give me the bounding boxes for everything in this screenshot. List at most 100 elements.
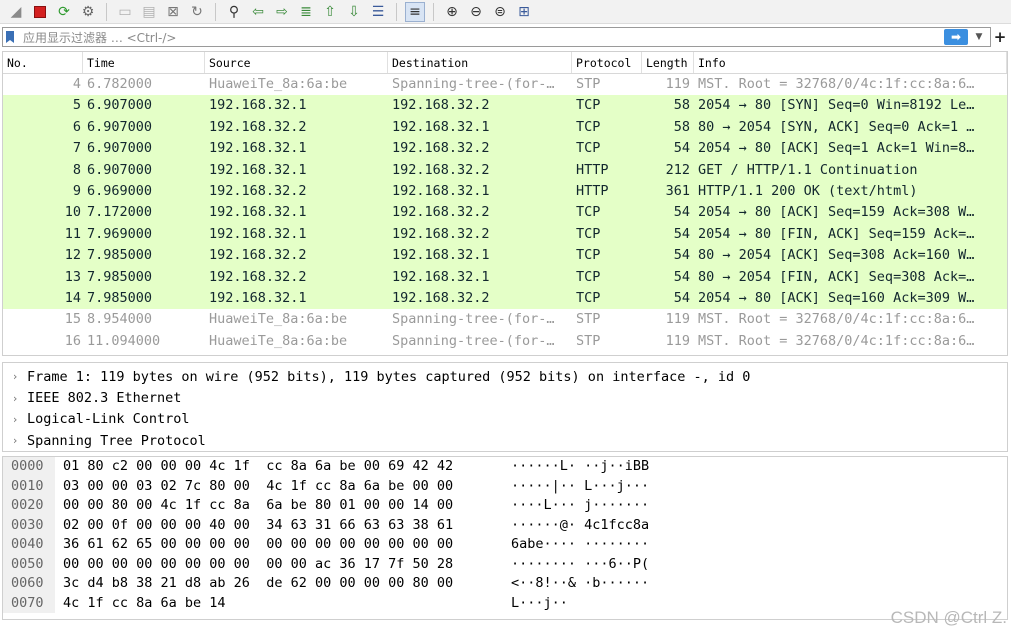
watermark: CSDN @Ctrl Z. xyxy=(890,608,1007,627)
zoom-in-icon[interactable]: ⊕ xyxy=(442,2,462,22)
cell-destination: 192.168.32.2 xyxy=(392,97,490,114)
cell-protocol: TCP xyxy=(576,204,601,221)
cell-time: 7.985000 xyxy=(87,268,153,285)
byte-row: 0020 00 00 80 00 4c 1f cc 8a 6a be 80 01 … xyxy=(3,496,1007,516)
detail-tree-item[interactable]: › Spanning Tree Protocol xyxy=(3,430,1007,451)
byte-hex: 00 00 00 00 00 00 00 00 00 00 ac 36 17 7… xyxy=(63,555,454,572)
first-icon[interactable]: ⇧ xyxy=(320,2,340,22)
last-icon[interactable]: ⇩ xyxy=(344,2,364,22)
cell-destination: 192.168.32.1 xyxy=(392,118,490,135)
column-header-no[interactable]: No. xyxy=(3,52,83,73)
display-filter-input[interactable]: 应用显示过滤器 … <Ctrl-/> ➡ ▼ xyxy=(2,27,991,47)
cell-length: 119 xyxy=(665,76,690,92)
cell-info: 2054 → 80 [ACK] Seq=1 Ack=1 Win=8… xyxy=(698,140,975,157)
byte-ascii: ·····|·· L···j··· xyxy=(511,477,650,494)
column-header-destination[interactable]: Destination xyxy=(388,52,572,73)
chevron-right-icon[interactable]: › xyxy=(3,413,27,426)
byte-ascii: ····L··· j······· xyxy=(511,497,650,513)
cell-protocol: STP xyxy=(576,332,601,349)
close-file-icon[interactable]: ⊠ xyxy=(163,2,183,22)
chevron-right-icon[interactable]: › xyxy=(3,392,27,405)
table-row[interactable]: 12 7.985000 192.168.32.2 192.168.32.1 TCP 54 8… xyxy=(3,245,1007,267)
column-header-info[interactable]: Info xyxy=(694,52,1007,73)
table-row[interactable]: 15 8.954000 HuaweiTe_8a:6a:be Spanning-tree… xyxy=(3,309,1007,331)
cell-protocol: TCP xyxy=(576,247,601,264)
column-header-protocol[interactable]: Protocol xyxy=(572,52,642,73)
cell-source: 192.168.32.2 xyxy=(209,247,307,264)
table-row[interactable]: 14 7.985000 192.168.32.1 192.168.32.2 TCP 54 2… xyxy=(3,287,1007,310)
cell-source: 192.168.32.1 xyxy=(209,289,307,306)
stop-icon[interactable] xyxy=(30,2,50,22)
table-row[interactable]: 11 7.969000 192.168.32.1 192.168.32.2 TCP 54 2… xyxy=(3,223,1007,246)
packet-list[interactable]: No. Time Source Destination Protocol Len… xyxy=(2,51,1008,356)
cell-source: 192.168.32.1 xyxy=(209,204,307,221)
detail-tree-item[interactable]: › Frame 1: 119 bytes on wire (952 bits), … xyxy=(3,366,1007,387)
chevron-right-icon[interactable]: › xyxy=(3,434,27,447)
bookmark-icon[interactable] xyxy=(3,28,17,46)
autoscroll-icon[interactable]: ☰ xyxy=(368,2,388,22)
byte-row: 0050 00 00 00 00 00 00 00 00 00 00 ac 36 … xyxy=(3,554,1007,574)
column-header-time[interactable]: Time xyxy=(83,52,205,73)
cell-source: HuaweiTe_8a:6a:be xyxy=(209,332,348,349)
shark-fin-icon[interactable]: ◢ xyxy=(6,2,26,22)
byte-row: 0060 3c d4 b8 38 21 d8 ab 26 de 62 00 00 … xyxy=(3,574,1007,594)
cell-info: GET / HTTP/1.1 Continuation xyxy=(698,161,918,178)
cell-no: 13 xyxy=(64,268,81,285)
byte-offset: 0000 xyxy=(3,457,55,477)
byte-offset: 0040 xyxy=(3,535,55,555)
table-row[interactable]: 16 11.094000 HuaweiTe_8a:6a:be Spanning-tre… xyxy=(3,330,1007,353)
packet-bytes[interactable]: 0000 01 80 c2 00 00 00 4c 1f cc 8a 6a be … xyxy=(2,456,1008,620)
detail-label: Frame 1: 119 bytes on wire (952 bits), 1… xyxy=(27,368,751,385)
chevron-right-icon[interactable]: › xyxy=(3,370,27,383)
cell-protocol: TCP xyxy=(576,97,601,114)
column-header-source[interactable]: Source xyxy=(205,52,388,73)
main-toolbar: ◢ ⟳ ⚙ ▭ ▤ ⊠ ↻ ⚲ ⇦ ⇨ ≣ ⇧ ⇩ ☰ ≡ ⊕ ⊖ ⊜ ⊞ xyxy=(0,0,1011,24)
table-row[interactable]: 5 6.907000 192.168.32.1 192.168.32.2 TCP 58 20… xyxy=(3,95,1007,117)
save-icon[interactable]: ▤ xyxy=(139,2,159,22)
packet-details[interactable]: › Frame 1: 119 bytes on wire (952 bits), … xyxy=(2,362,1008,452)
detail-tree-item[interactable]: › IEEE 802.3 Ethernet xyxy=(3,387,1007,408)
open-icon[interactable]: ▭ xyxy=(115,2,135,22)
detail-tree-item[interactable]: › Logical-Link Control xyxy=(3,409,1007,430)
cell-length: 58 xyxy=(673,97,690,114)
zoom-out-icon[interactable]: ⊖ xyxy=(466,2,486,22)
table-row[interactable]: 13 7.985000 192.168.32.2 192.168.32.1 TCP 54 8… xyxy=(3,266,1007,288)
byte-hex: 03 00 00 03 02 7c 80 00 4c 1f cc 8a 6a b… xyxy=(63,477,454,494)
column-header-length[interactable]: Length xyxy=(642,52,694,73)
find-icon[interactable]: ⚲ xyxy=(224,2,244,22)
restart-icon[interactable]: ⟳ xyxy=(54,2,74,22)
cell-no: 16 xyxy=(64,332,81,349)
cell-source: 192.168.32.1 xyxy=(209,161,307,178)
colorize-icon[interactable]: ≡ xyxy=(405,1,425,22)
reload-icon[interactable]: ↻ xyxy=(187,2,207,22)
cell-source: 192.168.32.1 xyxy=(209,97,307,114)
forward-icon[interactable]: ⇨ xyxy=(272,2,292,22)
options-icon[interactable]: ⚙ xyxy=(78,2,98,22)
cell-source: 192.168.32.1 xyxy=(209,140,307,157)
chevron-down-icon[interactable]: ▼ xyxy=(972,30,986,44)
byte-ascii: L···j·· xyxy=(511,594,568,611)
cell-time: 6.907000 xyxy=(87,140,153,157)
table-row[interactable]: 10 7.172000 192.168.32.1 192.168.32.2 TCP 54 2… xyxy=(3,202,1007,224)
table-row[interactable]: 4 6.782000 HuaweiTe_8a:6a:be Spanning-tree-… xyxy=(3,74,1007,96)
resize-columns-icon[interactable]: ⊞ xyxy=(514,2,534,22)
goto-icon[interactable]: ≣ xyxy=(296,2,316,22)
cell-length: 58 xyxy=(673,118,690,135)
cell-info: 80 → 2054 [FIN, ACK] Seq=308 Ack=… xyxy=(698,268,975,285)
table-row[interactable]: 9 6.969000 192.168.32.2 192.168.32.1 HTTP 361… xyxy=(3,180,1007,203)
add-filter-button-icon[interactable]: + xyxy=(991,27,1009,47)
cell-info: 80 → 2054 [ACK] Seq=308 Ack=160 W… xyxy=(698,247,975,264)
byte-ascii: ······L· ··j··iBB xyxy=(511,458,650,474)
table-row[interactable]: 6 6.907000 192.168.32.2 192.168.32.1 TCP 58 80… xyxy=(3,116,1007,139)
byte-offset: 0020 xyxy=(3,496,55,516)
apply-filter-arrow-icon[interactable]: ➡ xyxy=(944,29,968,45)
cell-protocol: TCP xyxy=(576,225,601,242)
cell-protocol: HTTP xyxy=(576,161,609,178)
cell-length: 361 xyxy=(665,182,690,199)
zoom-reset-icon[interactable]: ⊜ xyxy=(490,2,510,22)
table-row[interactable]: 8 6.907000 192.168.32.1 192.168.32.2 HTTP 212… xyxy=(3,159,1007,181)
detail-label: Logical-Link Control xyxy=(27,411,190,428)
cell-info: MST. Root = 32768/0/4c:1f:cc:8a:6… xyxy=(698,311,975,328)
table-row[interactable]: 7 6.907000 192.168.32.1 192.168.32.2 TCP 54 20… xyxy=(3,138,1007,160)
back-icon[interactable]: ⇦ xyxy=(248,2,268,22)
